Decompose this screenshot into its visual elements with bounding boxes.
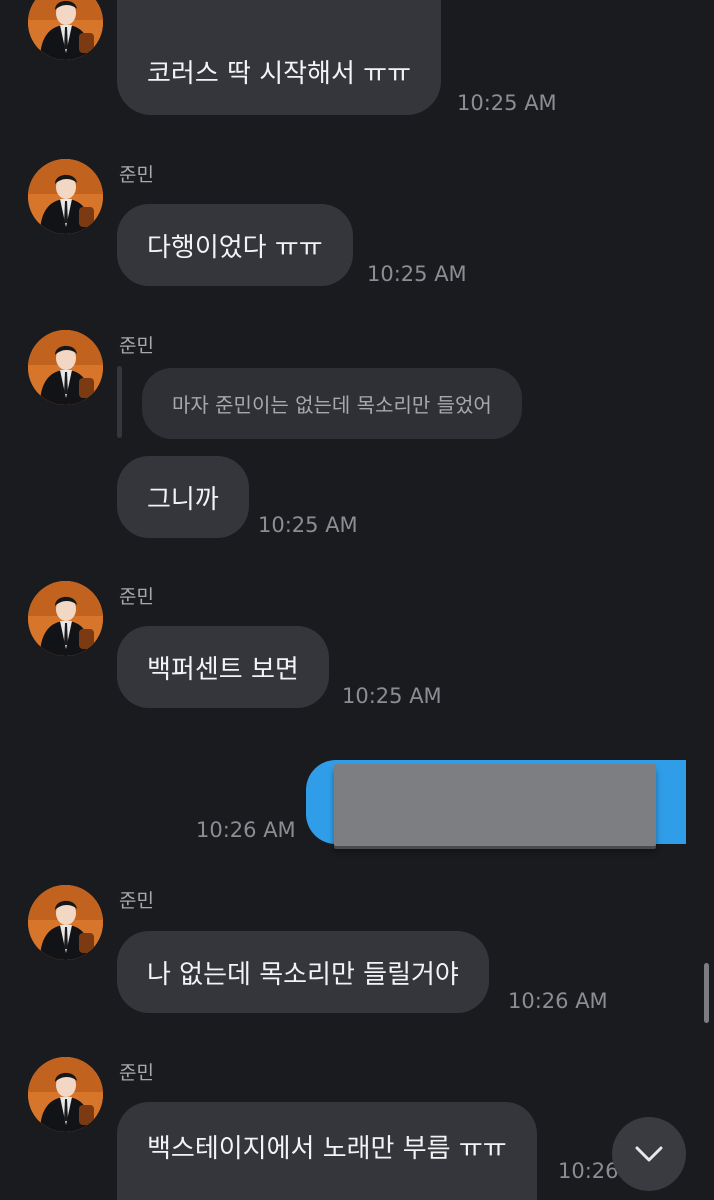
message-time: 10:25 AM (258, 513, 358, 537)
avatar-photo (28, 0, 103, 60)
scrollbar-thumb[interactable] (704, 963, 709, 1023)
avatar[interactable] (28, 330, 103, 405)
quote-bar (117, 366, 122, 438)
message-text: 백퍼센트 보면 (147, 654, 299, 685)
avatar-photo (28, 885, 103, 960)
message-bubble[interactable]: 코러스 딱 시작해서 ㅠㅠ (117, 0, 441, 115)
avatar[interactable] (28, 581, 103, 656)
message-bubble[interactable]: 백퍼센트 보면 (117, 626, 329, 708)
message-time: 10:26 AM (196, 818, 296, 842)
sender-name: 준민 (119, 586, 154, 608)
avatar-photo (28, 581, 103, 656)
avatar[interactable] (28, 0, 103, 60)
redacted-content (334, 764, 656, 846)
message-text: 코러스 딱 시작해서 ㅠㅠ (147, 59, 411, 89)
avatar-photo (28, 159, 103, 234)
message-time: 10:26 (558, 1159, 619, 1183)
message-text: 나 없는데 목소리만 들릴거야 (147, 959, 459, 990)
sender-name: 준민 (119, 890, 154, 912)
quoted-text: 마자 준민이는 없는데 목소리만 들었어 (172, 393, 492, 417)
message-bubble[interactable]: 나 없는데 목소리만 들릴거야 (117, 931, 489, 1013)
message-time: 10:25 AM (342, 684, 442, 708)
message-time: 10:26 AM (508, 989, 608, 1013)
scroll-to-bottom-button[interactable] (612, 1117, 686, 1191)
avatar-photo (28, 330, 103, 405)
message-time: 10:25 AM (367, 262, 467, 286)
chevron-down-icon (635, 1146, 663, 1162)
avatar[interactable] (28, 159, 103, 234)
outgoing-message-bubble[interactable] (306, 760, 686, 846)
message-time: 10:25 AM (457, 91, 557, 115)
message-bubble[interactable]: 백스테이지에서 노래만 부름 ㅠㅠ (117, 1102, 537, 1200)
avatar-photo (28, 1057, 103, 1132)
message-text: 다행이었다 ㅠㅠ (147, 232, 323, 263)
sender-name: 준민 (119, 1062, 154, 1084)
sender-name: 준민 (119, 335, 154, 357)
avatar[interactable] (28, 1057, 103, 1132)
message-bubble[interactable]: 그니까 (117, 456, 249, 538)
avatar[interactable] (28, 885, 103, 960)
message-text: 백스테이지에서 노래만 부름 ㅠㅠ (147, 1133, 507, 1164)
quoted-message[interactable]: 마자 준민이는 없는데 목소리만 들었어 (142, 368, 522, 439)
message-bubble[interactable]: 다행이었다 ㅠㅠ (117, 204, 353, 286)
sender-name: 준민 (119, 164, 154, 186)
message-text: 그니까 (147, 484, 219, 515)
